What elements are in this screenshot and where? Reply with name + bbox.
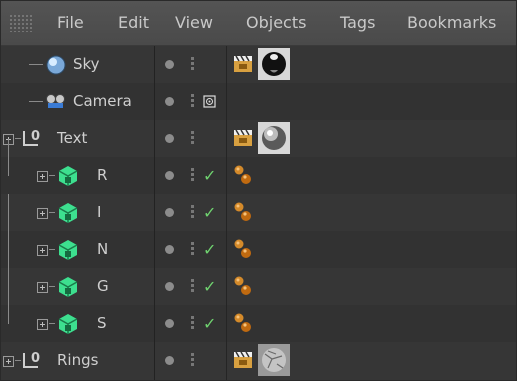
object-row-g[interactable]: G ✓ [1, 268, 516, 305]
grip-handle-icon[interactable] [9, 14, 33, 32]
visibility-editor-dot[interactable] [165, 282, 174, 291]
texture-clapper-icon[interactable] [233, 351, 253, 369]
menu-objects[interactable]: Objects [246, 1, 306, 45]
tree-connector [49, 249, 55, 250]
tree-connector [29, 101, 43, 102]
visibility-render-dots[interactable] [191, 205, 194, 208]
camera-icon [46, 94, 65, 108]
texture-clapper-icon[interactable] [233, 129, 253, 147]
visibility-editor-dot[interactable] [165, 60, 174, 69]
menu-edit[interactable]: Edit [118, 1, 149, 45]
menu-bar: File Edit View Objects Tags Bookmarks [1, 1, 516, 46]
menu-view[interactable]: View [175, 1, 213, 45]
visibility-editor-dot[interactable] [165, 208, 174, 217]
visibility-render-dots[interactable] [191, 353, 194, 356]
visibility-render-dots[interactable] [191, 242, 194, 245]
null-object-icon: 0 [23, 129, 40, 146]
visibility-render-dots[interactable] [191, 94, 194, 97]
enabled-check-icon[interactable]: ✓ [203, 316, 216, 332]
material-black-sphere-icon[interactable] [258, 48, 290, 80]
menu-tags[interactable]: Tags [340, 1, 375, 45]
tree-connector [8, 139, 9, 176]
tree-connector [29, 64, 43, 65]
visibility-editor-dot[interactable] [165, 319, 174, 328]
camera-target-tag-icon[interactable] [203, 95, 216, 108]
enabled-check-icon[interactable]: ✓ [203, 205, 216, 221]
svg-text:0: 0 [31, 351, 40, 366]
object-name: N [97, 240, 109, 258]
tree-connector [8, 268, 9, 305]
object-row-sky[interactable]: Sky [1, 46, 516, 83]
visibility-render-dots[interactable] [191, 316, 194, 319]
phong-tag-icon[interactable] [233, 238, 253, 260]
enabled-check-icon[interactable]: ✓ [203, 242, 216, 258]
object-row-i[interactable]: I ✓ [1, 194, 516, 231]
object-row-camera[interactable]: Camera [1, 83, 516, 120]
object-row-r[interactable]: R ✓ [1, 139, 516, 194]
expand-collapse-toggle[interactable] [37, 208, 48, 219]
expand-collapse-toggle[interactable] [37, 282, 48, 293]
expand-collapse-toggle[interactable] [3, 356, 14, 367]
phong-tag-icon[interactable] [233, 164, 253, 186]
object-name: I [97, 203, 102, 221]
sky-sphere-icon [46, 55, 66, 75]
tree-connector [49, 323, 55, 324]
object-list: Sky Camera 0 Text R ✓ I ✓ N ✓ G ✓ S ✓ 0 … [1, 46, 516, 380]
extrude-cube-icon [58, 277, 78, 297]
visibility-editor-dot[interactable] [165, 356, 174, 365]
phong-tag-icon[interactable] [233, 201, 253, 223]
extrude-cube-icon [58, 166, 78, 186]
visibility-editor-dot[interactable] [165, 245, 174, 254]
texture-clapper-icon[interactable] [233, 55, 253, 73]
extrude-cube-icon [58, 240, 78, 260]
visibility-render-dots[interactable] [191, 168, 194, 171]
object-row-s[interactable]: S ✓ [1, 305, 516, 342]
material-cracked-sphere-icon[interactable] [258, 344, 290, 376]
phong-tag-icon[interactable] [233, 275, 253, 297]
object-row-text[interactable]: 0 Text [1, 120, 516, 157]
object-name: Rings [57, 351, 99, 369]
column-divider[interactable] [226, 46, 227, 380]
object-manager-window: File Edit View Objects Tags Bookmarks Sk… [0, 0, 517, 381]
null-object-icon: 0 [23, 351, 40, 368]
column-divider[interactable] [154, 46, 155, 380]
object-name: Sky [73, 55, 100, 73]
tree-connector [8, 194, 9, 231]
object-name: R [97, 166, 108, 184]
tree-connector [49, 175, 55, 176]
extrude-cube-icon [58, 203, 78, 223]
menu-file[interactable]: File [57, 1, 84, 45]
visibility-editor-dot[interactable] [165, 171, 174, 180]
object-row-rings[interactable]: 0 Rings [1, 342, 516, 379]
visibility-render-dots[interactable] [191, 57, 194, 60]
expand-collapse-toggle[interactable] [37, 245, 48, 256]
tree-connector [49, 286, 55, 287]
material-silver-sphere-icon[interactable] [258, 122, 290, 154]
visibility-editor-dot[interactable] [165, 97, 174, 106]
extrude-cube-icon [58, 314, 78, 334]
visibility-editor-dot[interactable] [165, 134, 174, 143]
expand-collapse-toggle[interactable] [37, 171, 48, 182]
svg-text:0: 0 [31, 129, 40, 144]
enabled-check-icon[interactable]: ✓ [203, 168, 216, 184]
menu-bookmarks[interactable]: Bookmarks [407, 1, 496, 45]
visibility-render-dots[interactable] [191, 131, 194, 134]
expand-collapse-toggle[interactable] [37, 319, 48, 330]
tree-connector [8, 231, 9, 268]
visibility-render-dots[interactable] [191, 279, 194, 282]
object-name: Text [57, 129, 88, 147]
object-name: G [97, 277, 109, 295]
enabled-check-icon[interactable]: ✓ [203, 279, 216, 295]
object-row-n[interactable]: N ✓ [1, 231, 516, 268]
tree-connector [8, 305, 9, 324]
tree-connector [49, 212, 55, 213]
phong-tag-icon[interactable] [233, 312, 253, 334]
object-name: Camera [73, 92, 132, 110]
object-name: S [97, 314, 107, 332]
